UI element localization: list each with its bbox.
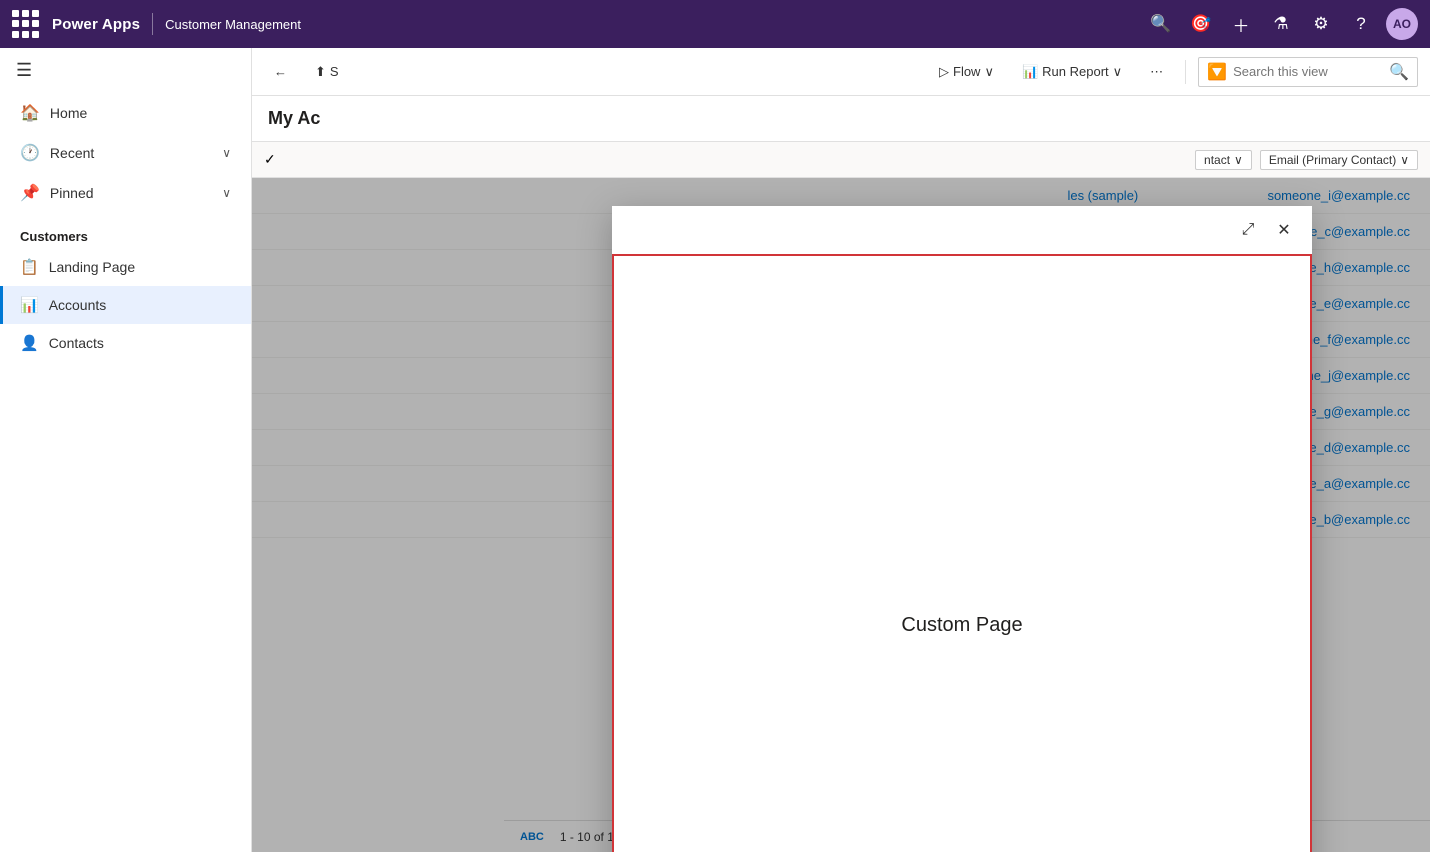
add-icon[interactable]: ＋ [1226,9,1256,39]
search-icon[interactable]: 🔍 [1146,9,1176,39]
content-main: les (sample)someone_i@example.ccderson (… [252,178,1430,852]
contact-chevron-icon: ∨ [1234,153,1243,167]
more-options-button[interactable]: ⋯ [1140,58,1173,86]
content-area: ← ⬆ S ▷ Flow ∨ 📊 Run Report ∨ ⋯ 🔽 🔍 [252,48,1430,852]
sidebar-item-accounts[interactable]: 📊 Accounts [0,286,251,324]
custom-page-dialog: ⤢ ✕ Custom Page [612,206,1312,852]
contacts-icon: 👤 [20,334,39,352]
email-filter[interactable]: Email (Primary Contact) ∨ [1260,150,1418,170]
dialog-content-text: Custom Page [901,614,1022,637]
settings-icon[interactable]: ⚙ [1306,9,1336,39]
page-title: My Ac [268,108,320,128]
toolbar-separator [1185,60,1186,84]
search-filter-icon: 🔽 [1207,62,1227,82]
flow-icon: ▷ [939,64,949,80]
search-icon: 🔍 [1389,62,1409,82]
chevron-down-icon: ∨ [222,146,231,160]
select-all-checkbox[interactable]: ✓ [264,151,276,168]
flow-chevron-icon: ∨ [984,64,994,80]
user-avatar[interactable]: AO [1386,8,1418,40]
hamburger-menu-button[interactable]: ☰ [0,48,251,93]
sidebar-item-landing-page[interactable]: 📋 Landing Page [0,248,251,286]
share-button[interactable]: ⬆ S [305,58,349,86]
share-icon: ⬆ [315,64,326,80]
accounts-icon: 📊 [20,296,39,314]
sidebar-item-home[interactable]: 🏠 Home [0,93,251,133]
chevron-down-icon-pinned: ∨ [222,186,231,200]
email-filter-label: Email (Primary Contact) [1269,153,1396,167]
sidebar-item-home-label: Home [50,105,87,121]
run-report-icon: 📊 [1022,64,1038,80]
sidebar: ☰ 🏠 Home 🕐 Recent ∨ 📌 Pinned ∨ Customers… [0,48,252,852]
sidebar-item-pinned-label: Pinned [50,185,94,201]
sidebar-item-landing-page-label: Landing Page [49,259,135,275]
dialog-content-area: Custom Page [612,254,1312,852]
customers-section-label: Customers [0,213,251,248]
contact-label: ntact [1204,153,1230,167]
search-input[interactable] [1233,64,1383,79]
sidebar-item-contacts[interactable]: 👤 Contacts [0,324,251,362]
landing-page-icon: 📋 [20,258,39,276]
power-apps-logo: Power Apps [52,16,140,33]
run-report-chevron-icon: ∨ [1113,64,1123,80]
main-layout: ☰ 🏠 Home 🕐 Recent ∨ 📌 Pinned ∨ Customers… [0,48,1430,852]
filter-icon[interactable]: ⚗ [1266,9,1296,39]
help-icon[interactable]: ? [1346,9,1376,39]
logo-divider [152,13,153,35]
content-toolbar: ← ⬆ S ▷ Flow ∨ 📊 Run Report ∨ ⋯ 🔽 🔍 [252,48,1430,96]
sidebar-item-accounts-label: Accounts [49,297,107,313]
table-filter-row: ✓ ntact ∨ Email (Primary Contact) ∨ [252,142,1430,178]
dialog-titlebar: ⤢ ✕ [612,206,1312,254]
share-label: S [330,64,339,79]
contact-filter[interactable]: ntact ∨ [1195,150,1252,170]
back-button[interactable]: ← [264,58,297,85]
app-title: Customer Management [165,17,301,32]
recent-icon: 🕐 [20,143,40,163]
email-chevron-icon: ∨ [1400,153,1409,167]
target-icon[interactable]: 🎯 [1186,9,1216,39]
search-box[interactable]: 🔽 🔍 [1198,57,1418,87]
dialog-expand-button[interactable]: ⤢ [1232,214,1264,246]
pinned-icon: 📌 [20,183,40,203]
page-title-area: My Ac [252,96,1430,142]
home-icon: 🏠 [20,103,40,123]
run-report-label: Run Report [1042,64,1108,79]
sidebar-item-pinned[interactable]: 📌 Pinned ∨ [0,173,251,213]
top-navigation-bar: Power Apps Customer Management 🔍 🎯 ＋ ⚗ ⚙… [0,0,1430,48]
flow-label: Flow [953,64,980,79]
sidebar-item-contacts-label: Contacts [49,335,104,351]
top-bar-icons-group: 🔍 🎯 ＋ ⚗ ⚙ ? AO [1146,8,1418,40]
sidebar-item-recent[interactable]: 🕐 Recent ∨ [0,133,251,173]
dialog-close-button[interactable]: ✕ [1268,214,1300,246]
flow-button[interactable]: ▷ Flow ∨ [929,58,1004,86]
run-report-button[interactable]: 📊 Run Report ∨ [1012,58,1132,86]
app-grid-button[interactable] [12,10,40,38]
sidebar-item-recent-label: Recent [50,145,94,161]
